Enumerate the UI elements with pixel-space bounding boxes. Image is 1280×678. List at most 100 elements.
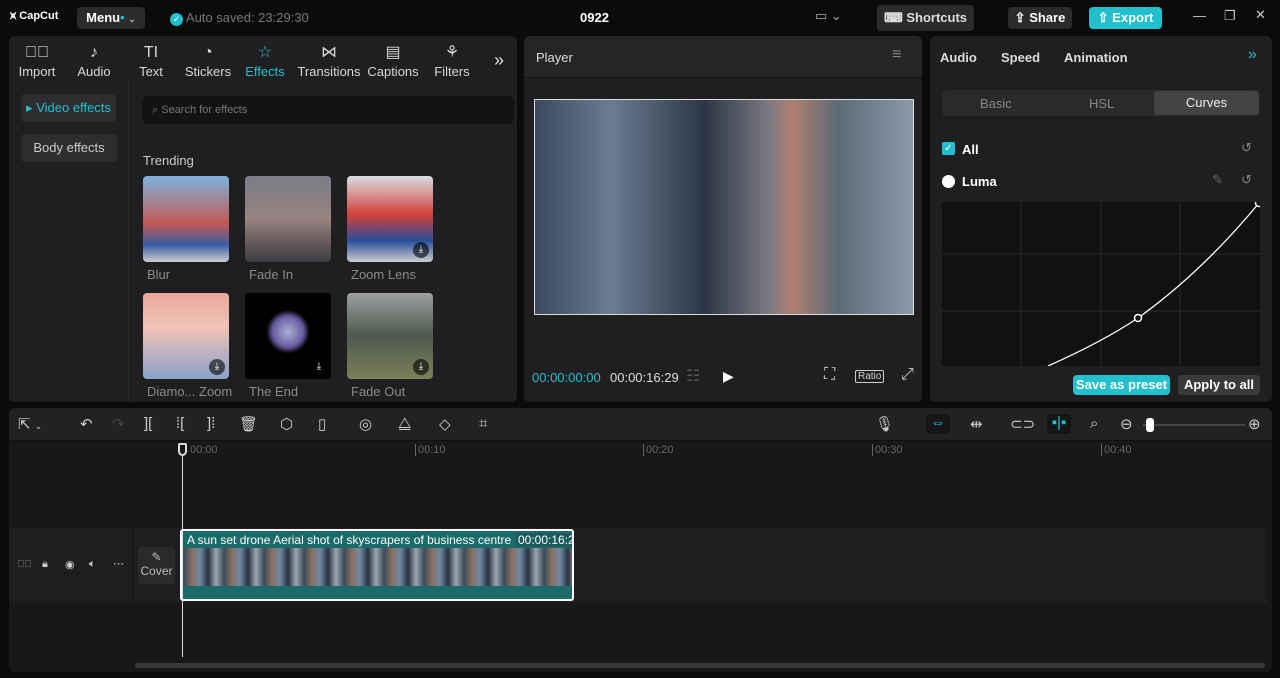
cover-button[interactable]: ✎ Cover (138, 547, 175, 584)
tab-stickers[interactable]: ◔ Stickers (179, 40, 237, 79)
download-icon[interactable]: ⤓ (413, 359, 429, 375)
subtab-curves[interactable]: Curves (1154, 91, 1259, 115)
microphone-icon[interactable]: 🎙︎ (875, 415, 894, 433)
video-clip[interactable]: A sun set drone Aerial shot of skyscrape… (180, 529, 574, 601)
properties-panel: Audio Speed Animation » Basic HSL Curves… (930, 36, 1272, 402)
shortcuts-button[interactable]: ⌨ Shortcuts (877, 5, 974, 31)
tab-text[interactable]: TI Text (122, 40, 180, 79)
reset-icon[interactable]: ↺ (1241, 140, 1252, 156)
tab-audio[interactable]: ♪ Audio (65, 40, 123, 79)
tab-speed[interactable]: Speed (1001, 50, 1040, 65)
eyedropper-icon[interactable]: ✎ (1212, 172, 1223, 188)
select-tool-icon[interactable]: ⇱ ⌄ (18, 415, 42, 433)
sidebar-label: Body effects (33, 140, 105, 155)
all-checkbox[interactable]: ✓ (942, 142, 955, 155)
text-icon: TI (143, 44, 159, 61)
lock-icon[interactable]: 🔒︎ (42, 558, 48, 571)
effect-thumb-the-end[interactable]: ⤓ (245, 293, 331, 379)
check-icon: ✓ (170, 13, 183, 26)
main-track-magnet-icon[interactable]: ⇔ (926, 414, 950, 434)
more-icon[interactable]: » (1248, 46, 1257, 64)
fullscreen-icon[interactable]: ⤢ (901, 366, 914, 384)
tab-transitions[interactable]: ⋈ Transitions (295, 40, 363, 79)
curve-point[interactable] (1254, 202, 1261, 208)
delete-icon[interactable]: 🗑︎ (239, 415, 258, 433)
crop-icon[interactable]: ⌗ (479, 415, 487, 432)
split-icon[interactable]: ][ (144, 415, 152, 432)
download-icon[interactable]: ⤓ (311, 359, 327, 375)
download-icon[interactable]: ⤓ (209, 359, 225, 375)
ratio-button[interactable]: Ratio (855, 370, 885, 383)
tab-import[interactable]: ▶⃞ Import (9, 40, 66, 79)
luma-radio[interactable] (942, 175, 955, 188)
tab-label: Text (139, 64, 163, 79)
playhead[interactable] (182, 443, 183, 657)
layout-icon[interactable]: ▭ ⌄ (815, 8, 842, 24)
link-icon[interactable]: ⊂⊃ (1010, 415, 1035, 433)
effects-icon: ☆ (257, 44, 273, 61)
tab-audio-props[interactable]: Audio (940, 50, 977, 65)
search-input[interactable]: ⌕ Search for effects (142, 96, 514, 124)
player-menu-icon[interactable]: ≡ (892, 46, 901, 64)
reset-icon[interactable]: ↺ (1241, 172, 1252, 188)
split-left-icon[interactable]: ⁞[ (176, 415, 184, 432)
subtab-basic[interactable]: Basic (980, 96, 1012, 111)
redo-icon: ↷ (112, 416, 125, 433)
curve-point[interactable] (1133, 313, 1143, 323)
play-button[interactable]: ▶ (723, 368, 734, 385)
zoom-slider[interactable] (1143, 418, 1245, 432)
split-right-icon[interactable]: ]⁞ (207, 415, 215, 432)
timeline-list-icon[interactable]: ☷ (686, 366, 700, 386)
curve-graph[interactable] (942, 202, 1260, 366)
zoom-fit-icon[interactable]: ⌕ (1090, 415, 1098, 432)
autosave-status: ✓ Auto saved: 23:29:30 (170, 10, 309, 26)
rotate-icon[interactable]: ◇ (439, 415, 451, 433)
save-as-preset-button[interactable]: Save as preset (1073, 375, 1170, 395)
sidebar-item-video-effects[interactable]: ▸ Video effects (21, 94, 116, 122)
freeze-icon[interactable]: ▯ (318, 415, 326, 433)
auto-snap-icon[interactable]: ⇹ (970, 415, 983, 433)
effect-thumb-fade-out[interactable]: ⤓ (347, 293, 433, 379)
minimize-icon[interactable]: — (1193, 8, 1206, 23)
tab-filters[interactable]: ⚘ Filters (423, 40, 481, 79)
export-button[interactable]: ⇧ Export (1089, 7, 1162, 29)
zoom-slider-handle[interactable] (1146, 418, 1154, 432)
playhead-handle[interactable] (178, 443, 187, 456)
effect-label: Fade In (249, 267, 294, 282)
track-video-icon[interactable]: ▶⃞ (17, 559, 32, 570)
tab-animation[interactable]: Animation (1064, 50, 1128, 65)
effect-thumb-fade-in[interactable] (245, 176, 331, 262)
preview-axis-icon[interactable]: ▪|▪ (1047, 414, 1071, 434)
zoom-in-icon[interactable]: ⊕ (1248, 415, 1261, 433)
maximize-icon[interactable]: ❐ (1224, 8, 1236, 24)
horizontal-scrollbar[interactable] (135, 663, 1265, 668)
marker-icon[interactable]: ⬡ (280, 415, 293, 433)
logo: ⩙ CapCut (10, 10, 59, 22)
effect-thumb-diamond-zoom[interactable]: ⤓ (143, 293, 229, 379)
tab-captions[interactable]: ▤ Captions (364, 40, 422, 79)
effect-thumb-zoom-lens[interactable]: ⤓ (347, 176, 433, 262)
trending-heading: Trending (143, 153, 194, 168)
effect-thumb-blur[interactable] (143, 176, 229, 262)
download-icon[interactable]: ⤓ (413, 242, 429, 258)
menu-label: Menu (86, 10, 121, 25)
zoom-out-icon[interactable]: ⊖ (1120, 415, 1133, 433)
reverse-icon[interactable]: ◎ (359, 415, 372, 433)
share-button[interactable]: ⇪ Share (1008, 7, 1072, 29)
undo-icon[interactable]: ↶ (80, 415, 93, 433)
fit-icon[interactable]: ⛶ (824, 366, 835, 384)
mirror-icon[interactable]: ⧋ (398, 415, 411, 432)
apply-to-all-button[interactable]: Apply to all (1178, 375, 1260, 395)
tick-label: 00:10 (415, 444, 446, 456)
more-tabs-icon[interactable]: » (494, 50, 504, 71)
eye-icon[interactable]: ◉ (65, 558, 75, 571)
tab-effects[interactable]: ☆ Effects (236, 40, 294, 79)
captions-icon: ▤ (385, 44, 401, 61)
video-preview[interactable] (534, 99, 914, 315)
more-options-icon[interactable]: ⋯ (113, 557, 124, 570)
sidebar-item-body-effects[interactable]: Body effects (21, 134, 117, 162)
close-icon[interactable]: ✕ (1255, 7, 1266, 23)
volume-icon[interactable]: 🔈︎ (89, 558, 96, 571)
menu-button[interactable]: Menu• ⌄ (77, 7, 145, 29)
subtab-hsl[interactable]: HSL (1089, 96, 1114, 111)
